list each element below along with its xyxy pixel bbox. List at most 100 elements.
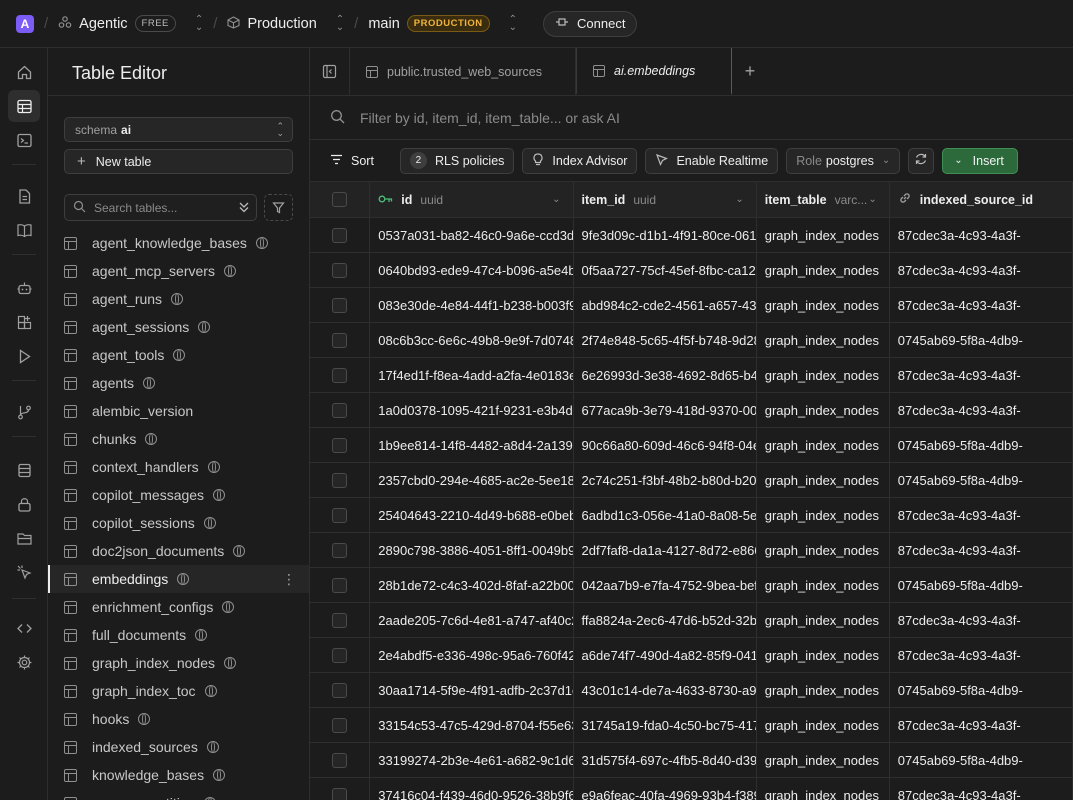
table-list-item[interactable]: embeddings ⋮	[48, 565, 309, 593]
rls-policies-button[interactable]: 2 RLS policies	[399, 147, 515, 174]
cell-item-table[interactable]: graph_index_nodes	[757, 498, 890, 532]
cell-id[interactable]: 28b1de72-c4c3-402d-8faf-a22b0020	[370, 568, 574, 602]
table-row[interactable]: 2357cbd0-294e-4685-ac2e-5ee185f1 2c74c251…	[310, 463, 1073, 498]
table-row[interactable]: 30aa1714-5f9e-4f91-adfb-2c37d1cb2 43c01c1…	[310, 673, 1073, 708]
table-row[interactable]: 1a0d0378-1095-421f-9231-e3b4deed9677aca9…	[310, 393, 1073, 428]
cell-item-id[interactable]: 2f74e848-5c65-4f5f-b748-9d28e	[574, 323, 757, 357]
cell-id[interactable]: 2357cbd0-294e-4685-ac2e-5ee185f1	[370, 463, 574, 497]
table-row[interactable]: 2e4abdf5-e336-498c-95a6-760f42e3 a6de74f7…	[310, 638, 1073, 673]
row-select[interactable]	[310, 463, 371, 497]
cell-item-id[interactable]: 31745a19-fda0-4c50-bc75-4178e8	[574, 708, 757, 742]
cell-indexed-source-id[interactable]: 87cdec3a-4c93-4a3f-	[890, 708, 1073, 742]
cell-item-table[interactable]: graph_index_nodes	[757, 253, 890, 287]
code-icon[interactable]	[8, 612, 40, 644]
table-list-item[interactable]: agents	[48, 369, 309, 397]
pointer-icon[interactable]	[8, 556, 40, 588]
cell-id[interactable]: 0537a031-ba82-46c0-9a6e-ccd3dfa5	[370, 218, 574, 252]
branch-icon[interactable]	[8, 396, 40, 428]
table-list-item[interactable]: graph_index_toc	[48, 677, 309, 705]
filter-bar[interactable]: Filter by id, item_id, item_table... or …	[310, 96, 1073, 140]
cell-id[interactable]: 33199274-2b3e-4e61-a682-9c1d6a26	[370, 743, 574, 777]
tab-trusted-web-sources[interactable]: public.trusted_web_sources	[350, 48, 576, 95]
table-list-item[interactable]: indexed_sources	[48, 733, 309, 761]
select-all-checkbox[interactable]	[310, 182, 371, 217]
checkbox[interactable]	[332, 402, 348, 418]
table-list-item[interactable]: copilot_messages	[48, 481, 309, 509]
cell-id[interactable]: 1b9ee814-14f8-4482-a8d4-2a1397962	[370, 428, 574, 462]
cell-item-table[interactable]: graph_index_nodes	[757, 778, 890, 800]
cell-item-id[interactable]: 2df7faf8-da1a-4127-8d72-e866d7	[574, 533, 757, 567]
chevrons-down-icon[interactable]	[238, 200, 250, 217]
cell-id[interactable]: 1a0d0378-1095-421f-9231-e3b4deed9	[370, 393, 574, 427]
chevron-down-icon[interactable]: ⌄	[868, 194, 876, 205]
sort-button[interactable]: Sort	[326, 154, 378, 168]
index-advisor-button[interactable]: Index Advisor	[522, 147, 638, 174]
cell-indexed-source-id[interactable]: 87cdec3a-4c93-4a3f-	[890, 358, 1073, 392]
cell-id[interactable]: 08c6b3cc-6e6c-49b8-9e9f-7d07489c	[370, 323, 574, 357]
chevron-down-icon[interactable]: ⌄	[552, 194, 560, 205]
cell-item-id[interactable]: 2c74c251-f3bf-48b2-b80d-b209d	[574, 463, 757, 497]
table-list-item[interactable]: alembic_version	[48, 397, 309, 425]
cell-indexed-source-id[interactable]: 0745ab69-5f8a-4db9-	[890, 463, 1073, 497]
table-row[interactable]: 17f4ed1f-f8ea-4add-a2fa-4e0183eaa36e2699…	[310, 358, 1073, 393]
cell-item-id[interactable]: 042aa7b9-e7fa-4752-9bea-bef6a	[574, 568, 757, 602]
checkbox[interactable]	[332, 577, 348, 593]
row-select[interactable]	[310, 323, 371, 357]
cell-id[interactable]: 2aade205-7c6d-4e81-a747-af40c2775	[370, 603, 574, 637]
row-select[interactable]	[310, 428, 371, 462]
cell-item-table[interactable]: graph_index_nodes	[757, 603, 890, 637]
checkbox[interactable]	[332, 472, 348, 488]
sidebar-toggle-icon[interactable]	[310, 48, 350, 95]
cell-item-table[interactable]: graph_index_nodes	[757, 708, 890, 742]
cell-id[interactable]: 2890c798-3886-4051-8ff1-0049b922	[370, 533, 574, 567]
org-selector[interactable]: Agentic FREE ⌃ ⌄	[58, 14, 203, 32]
checkbox[interactable]	[332, 752, 348, 768]
cell-id[interactable]: 17f4ed1f-f8ea-4add-a2fa-4e0183eaa3	[370, 358, 574, 392]
checkbox[interactable]	[332, 437, 348, 453]
cell-indexed-source-id[interactable]: 0745ab69-5f8a-4db9-	[890, 673, 1073, 707]
chevron-down-icon[interactable]: ⌄	[735, 194, 743, 205]
column-header-id[interactable]: id uuid ⌄	[370, 182, 574, 217]
table-row[interactable]: 083e30de-4e84-44f1-b238-b003f945 abd984c2…	[310, 288, 1073, 323]
checkbox[interactable]	[332, 507, 348, 523]
table-row[interactable]: 2aade205-7c6d-4e81-a747-af40c2775ffa8824…	[310, 603, 1073, 638]
tab-embeddings[interactable]: ai.embeddings	[576, 48, 732, 95]
table-list-item[interactable]: memory_entities	[48, 789, 309, 800]
insert-button[interactable]: ⌄ Insert	[942, 147, 1018, 174]
row-select[interactable]	[310, 673, 371, 707]
table-row[interactable]: 0537a031-ba82-46c0-9a6e-ccd3dfa5 9fe3d09c…	[310, 218, 1073, 253]
table-list-item[interactable]: graph_index_nodes	[48, 649, 309, 677]
cell-id[interactable]: 25404643-2210-4d49-b688-e0bebfc	[370, 498, 574, 532]
cell-item-table[interactable]: graph_index_nodes	[757, 218, 890, 252]
table-list-item[interactable]: agent_runs	[48, 285, 309, 313]
database-icon[interactable]	[8, 454, 40, 486]
table-row[interactable]: 25404643-2210-4d49-b688-e0bebfc 6adbd1c3-…	[310, 498, 1073, 533]
cell-id[interactable]: 33154c53-47c5-429d-8704-f55e6393	[370, 708, 574, 742]
branch-selector[interactable]: main PRODUCTION ⌃ ⌄	[368, 14, 517, 32]
checkbox[interactable]	[332, 787, 348, 800]
table-list-item[interactable]: agent_mcp_servers	[48, 257, 309, 285]
cell-indexed-source-id[interactable]: 87cdec3a-4c93-4a3f-	[890, 498, 1073, 532]
cell-item-id[interactable]: ffa8824a-2ec6-47d6-b52d-32b47	[574, 603, 757, 637]
row-select[interactable]	[310, 358, 371, 392]
cell-item-table[interactable]: graph_index_nodes	[757, 638, 890, 672]
enable-realtime-button[interactable]: Enable Realtime	[645, 147, 779, 174]
row-select[interactable]	[310, 253, 371, 287]
table-list-item[interactable]: agent_sessions	[48, 313, 309, 341]
checkbox[interactable]	[332, 612, 348, 628]
column-header-item-table[interactable]: item_table varc... ⌄	[757, 182, 890, 217]
table-row[interactable]: 33154c53-47c5-429d-8704-f55e6393 31745a19…	[310, 708, 1073, 743]
row-select[interactable]	[310, 533, 371, 567]
table-list-item[interactable]: chunks	[48, 425, 309, 453]
grid-plus-icon[interactable]	[8, 306, 40, 338]
filter-input[interactable]: Filter by id, item_id, item_table... or …	[360, 110, 620, 126]
cell-indexed-source-id[interactable]: 87cdec3a-4c93-4a3f-	[890, 778, 1073, 800]
table-list-item[interactable]: copilot_sessions	[48, 509, 309, 537]
cell-id[interactable]: 37416c04-f439-46d0-9526-38b9f644	[370, 778, 574, 800]
checkbox[interactable]	[332, 542, 348, 558]
refresh-button[interactable]	[908, 147, 935, 174]
cell-item-id[interactable]: 31d575f4-697c-4fb5-8d40-d391ff	[574, 743, 757, 777]
table-row[interactable]: 28b1de72-c4c3-402d-8faf-a22b0020 042aa7b9…	[310, 568, 1073, 603]
checkbox[interactable]	[332, 647, 348, 663]
sql-editor-icon[interactable]	[8, 124, 40, 156]
